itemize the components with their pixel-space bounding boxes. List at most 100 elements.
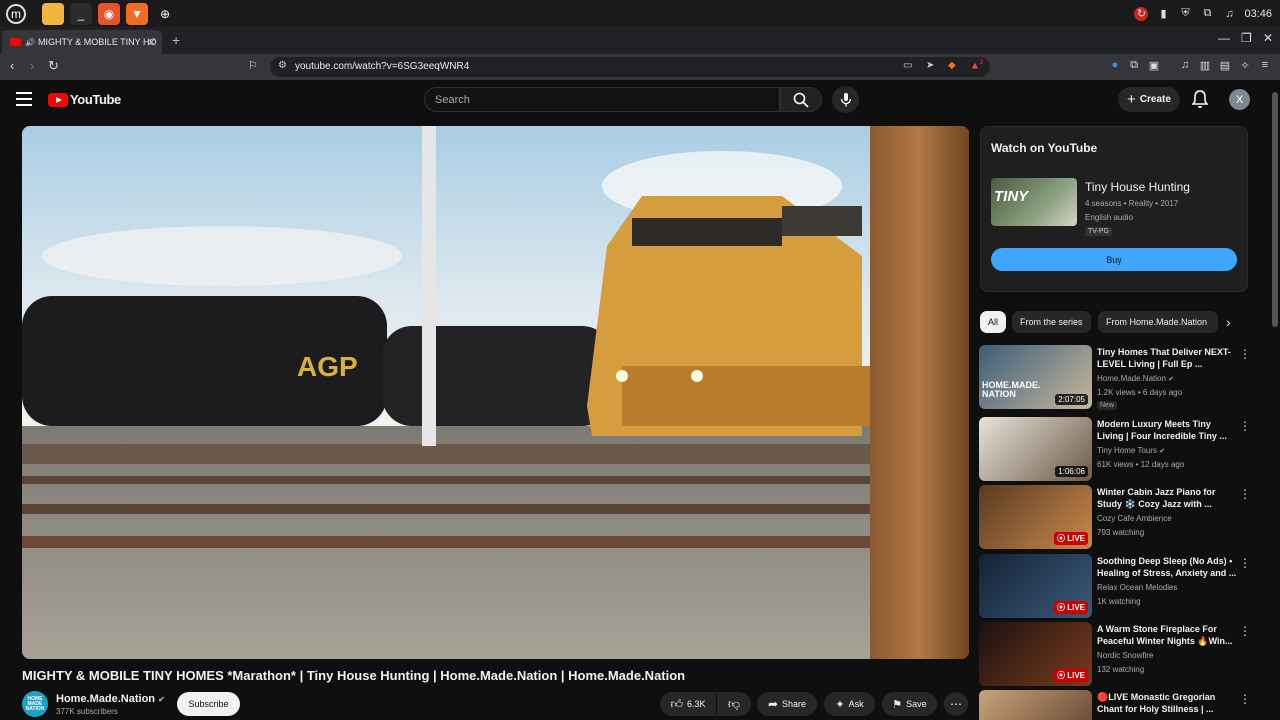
show-thumbnail[interactable]: TINY: [991, 178, 1077, 226]
more-actions-icon[interactable]: ⋯: [944, 692, 968, 716]
video-title[interactable]: Winter Cabin Jazz Piano for Study ❄️ Coz…: [1097, 486, 1237, 510]
live-badge: ⦿ LIVE: [1053, 601, 1088, 614]
list-item[interactable]: ⦿ LIVE Soothing Deep Sleep (No Ads) • He…: [979, 554, 1264, 618]
bookmark-icon[interactable]: ⚐: [248, 59, 258, 72]
search-input[interactable]: Search: [424, 87, 780, 112]
more-options-icon[interactable]: ⋮: [1239, 419, 1251, 433]
back-icon[interactable]: ‹: [10, 58, 14, 73]
chip-all[interactable]: All: [980, 311, 1007, 333]
drive-icon[interactable]: ▮: [1156, 7, 1170, 21]
url-text[interactable]: youtube.com/watch?v=6SG3eeqWNR4: [295, 61, 469, 72]
list-item[interactable]: ⦿ LIVE Winter Cabin Jazz Piano for Study…: [979, 485, 1264, 549]
more-options-icon[interactable]: ⋮: [1239, 347, 1251, 361]
send-icon[interactable]: ➤: [926, 60, 934, 71]
brave-shield-icon[interactable]: ◆: [948, 60, 956, 71]
more-options-icon[interactable]: ⋮: [1239, 487, 1251, 501]
channel-name[interactable]: Cozy Cafe Ambience: [1097, 514, 1172, 523]
video-title[interactable]: 🔴LIVE Monastic Gregorian Chant for Holy …: [1097, 691, 1237, 715]
subscribe-button[interactable]: Subscribe: [177, 692, 240, 716]
video-player[interactable]: AGP: [22, 126, 969, 659]
video-meta: 1K watching: [1097, 597, 1141, 606]
screenshot-icon[interactable]: ▣: [1147, 59, 1161, 73]
video-title[interactable]: Modern Luxury Meets Tiny Living | Four I…: [1097, 418, 1237, 442]
update-icon[interactable]: ↻: [1134, 6, 1149, 21]
rewards-icon[interactable]: ▲2: [970, 60, 983, 71]
scrollbar[interactable]: [1272, 92, 1278, 327]
reload-icon[interactable]: ↻: [48, 58, 59, 74]
network-icon[interactable]: ⧉: [1200, 7, 1214, 21]
new-tab-icon[interactable]: +: [172, 32, 180, 48]
account-avatar[interactable]: X: [1229, 89, 1250, 110]
save-playlist-icon: ⚑: [892, 698, 903, 711]
hamburger-menu-icon[interactable]: [16, 92, 32, 106]
share-button[interactable]: ➦ Share: [757, 692, 817, 716]
forward-icon[interactable]: ›: [30, 58, 34, 73]
video-title[interactable]: Soothing Deep Sleep (No Ads) • Healing o…: [1097, 555, 1237, 579]
ask-button[interactable]: ✦ Ask: [824, 692, 875, 716]
clock[interactable]: 03:46: [1244, 8, 1272, 20]
channel-name[interactable]: Relax Ocean Melodies: [1097, 583, 1177, 592]
mint-menu-icon[interactable]: m: [6, 3, 26, 24]
site-info-icon[interactable]: ⚙: [278, 60, 287, 71]
channel-name[interactable]: Home.Made.Nation ✔: [56, 693, 165, 705]
music-icon[interactable]: ♫: [1222, 7, 1236, 21]
list-item[interactable]: ⦿ LIVE A Warm Stone Fireplace For Peacef…: [979, 622, 1264, 686]
list-item[interactable]: 1:06:06 Modern Luxury Meets Tiny Living …: [979, 417, 1264, 481]
video-thumbnail[interactable]: ⦿ LIVE: [979, 485, 1092, 549]
navigation-bar: ‹ › ↻ ⚐ ⚙ youtube.com/watch?v=6SG3eeqWNR…: [0, 54, 1280, 80]
dislike-button[interactable]: 👎︎: [717, 692, 751, 716]
more-options-icon[interactable]: ⋮: [1239, 556, 1251, 570]
chip-from-series[interactable]: From the series: [1012, 311, 1091, 333]
files-icon[interactable]: [42, 2, 64, 25]
search-button[interactable]: [780, 87, 822, 112]
leo-icon[interactable]: ✧: [1238, 59, 1252, 73]
sidebar-icon[interactable]: ▥: [1198, 59, 1212, 73]
channel-name[interactable]: Tiny Home Tours ✔: [1097, 446, 1165, 455]
create-button[interactable]: + Create: [1118, 87, 1180, 112]
brave-icon[interactable]: ▼: [126, 2, 148, 25]
browser-tab[interactable]: 🔊 MIGHTY & MOBILE TINY HO ✕: [2, 30, 162, 54]
show-title[interactable]: Tiny House Hunting: [1085, 180, 1190, 194]
voice-search-button[interactable]: [832, 86, 859, 113]
channel-name[interactable]: Home.Made.Nation ✔: [1097, 374, 1174, 383]
buy-button[interactable]: Buy: [991, 248, 1237, 271]
channel-name[interactable]: Nordic Snowfire: [1097, 651, 1153, 660]
more-options-icon[interactable]: ⋮: [1239, 624, 1251, 638]
show-thumbnail-text: TINY: [994, 188, 1029, 205]
wallet-icon[interactable]: ▤: [1218, 59, 1232, 73]
channel-avatar[interactable]: HOME MADE NATION: [22, 691, 48, 717]
address-bar[interactable]: ⚙ youtube.com/watch?v=6SG3eeqWNR4 ▭ ➤ ◆ …: [270, 57, 990, 77]
video-thumbnail[interactable]: 1:06:06: [979, 417, 1092, 481]
video-title[interactable]: A Warm Stone Fireplace For Peaceful Wint…: [1097, 623, 1237, 647]
save-button[interactable]: ⚑ Save: [882, 692, 937, 716]
video-thumbnail[interactable]: ⦿ LIVE: [979, 622, 1092, 686]
speaker-icon[interactable]: 🔊: [25, 38, 35, 47]
profile-extension-icon[interactable]: ●: [1108, 59, 1122, 73]
video-thumbnail[interactable]: ⦿ LIVE: [979, 554, 1092, 618]
chrome-icon[interactable]: ⊕: [154, 3, 176, 25]
list-item[interactable]: 🔴LIVE Monastic Gregorian Chant for Holy …: [979, 690, 1264, 720]
notifications-bell-icon[interactable]: [1191, 90, 1209, 113]
terminal-icon[interactable]: _: [70, 2, 92, 25]
firefox-icon[interactable]: ◉: [98, 2, 120, 25]
video-title[interactable]: Tiny Homes That Deliver NEXT-LEVEL Livin…: [1097, 346, 1237, 370]
media-icon[interactable]: ♫: [1178, 59, 1192, 73]
chevron-right-icon[interactable]: ›: [1226, 314, 1231, 330]
video-meta: 1.2K views • 6 days ago: [1097, 388, 1183, 397]
minimize-icon[interactable]: —: [1218, 31, 1230, 45]
video-thumbnail[interactable]: [979, 690, 1092, 720]
list-item[interactable]: HOME.MADE. NATION 2:07:05 Tiny Homes Tha…: [979, 345, 1264, 410]
menu-icon[interactable]: ≡: [1258, 59, 1272, 73]
extensions-icon[interactable]: ⧉: [1127, 59, 1141, 73]
restore-icon[interactable]: ❐: [1241, 31, 1252, 45]
close-window-icon[interactable]: ✕: [1263, 31, 1273, 45]
youtube-logo[interactable]: YouTube: [48, 92, 121, 107]
chip-from-channel[interactable]: From Home.Made.Nation: [1098, 311, 1218, 333]
rewards-badge: 2: [979, 60, 984, 66]
cast-icon[interactable]: ▭: [903, 60, 912, 71]
like-button[interactable]: 👍︎ 6.3K: [660, 692, 716, 716]
close-tab-icon[interactable]: ✕: [147, 36, 156, 49]
video-thumbnail[interactable]: HOME.MADE. NATION 2:07:05: [979, 345, 1092, 409]
more-options-icon[interactable]: ⋮: [1239, 692, 1251, 706]
shield-icon[interactable]: ⛨: [1178, 7, 1192, 21]
